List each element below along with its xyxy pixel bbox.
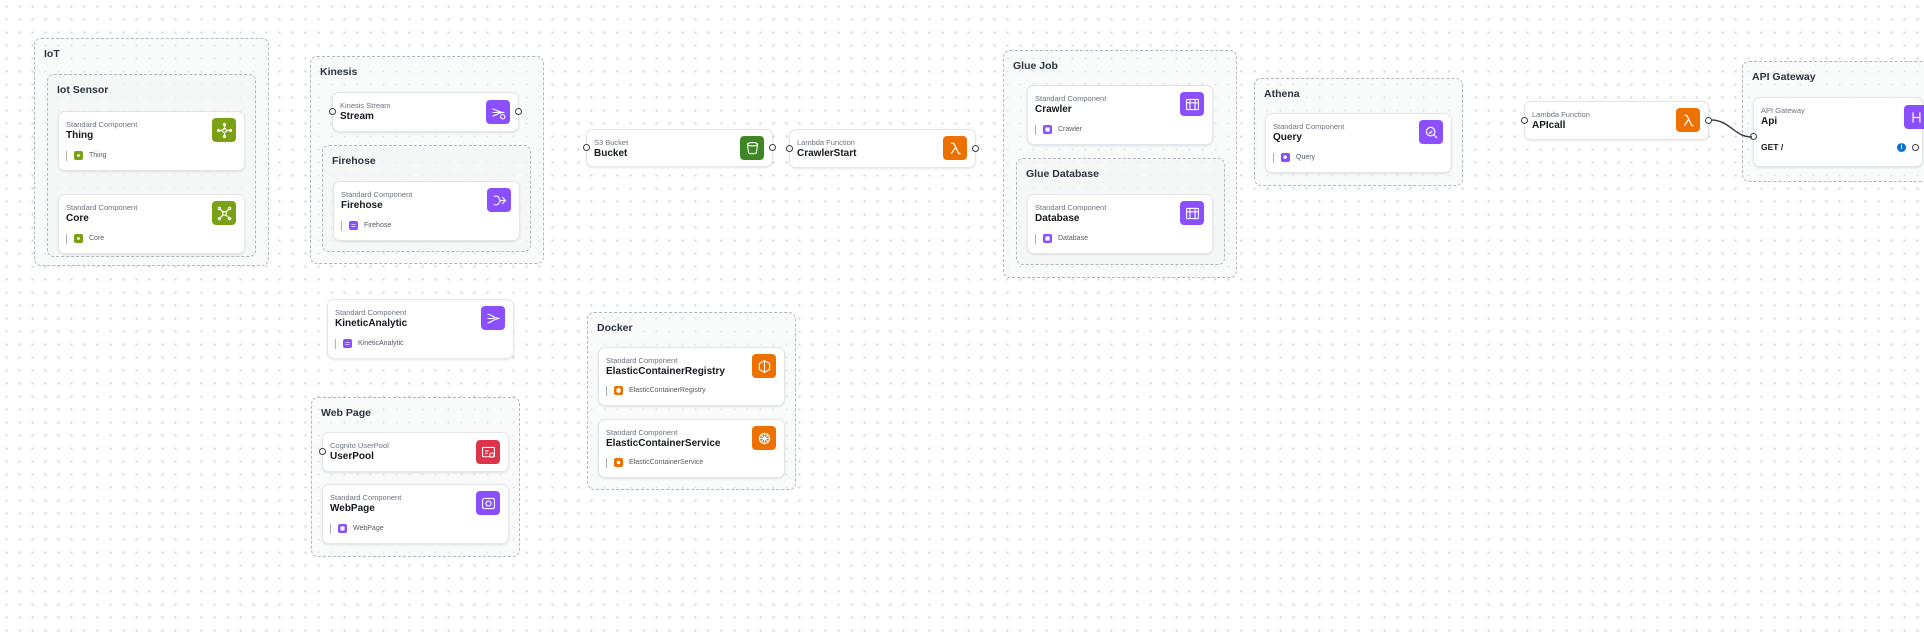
diagram-canvas[interactable]: IoT Iot Sensor Standard Component Thing … — [0, 0, 1924, 640]
connection-apicall-to-api — [1710, 119, 1753, 138]
